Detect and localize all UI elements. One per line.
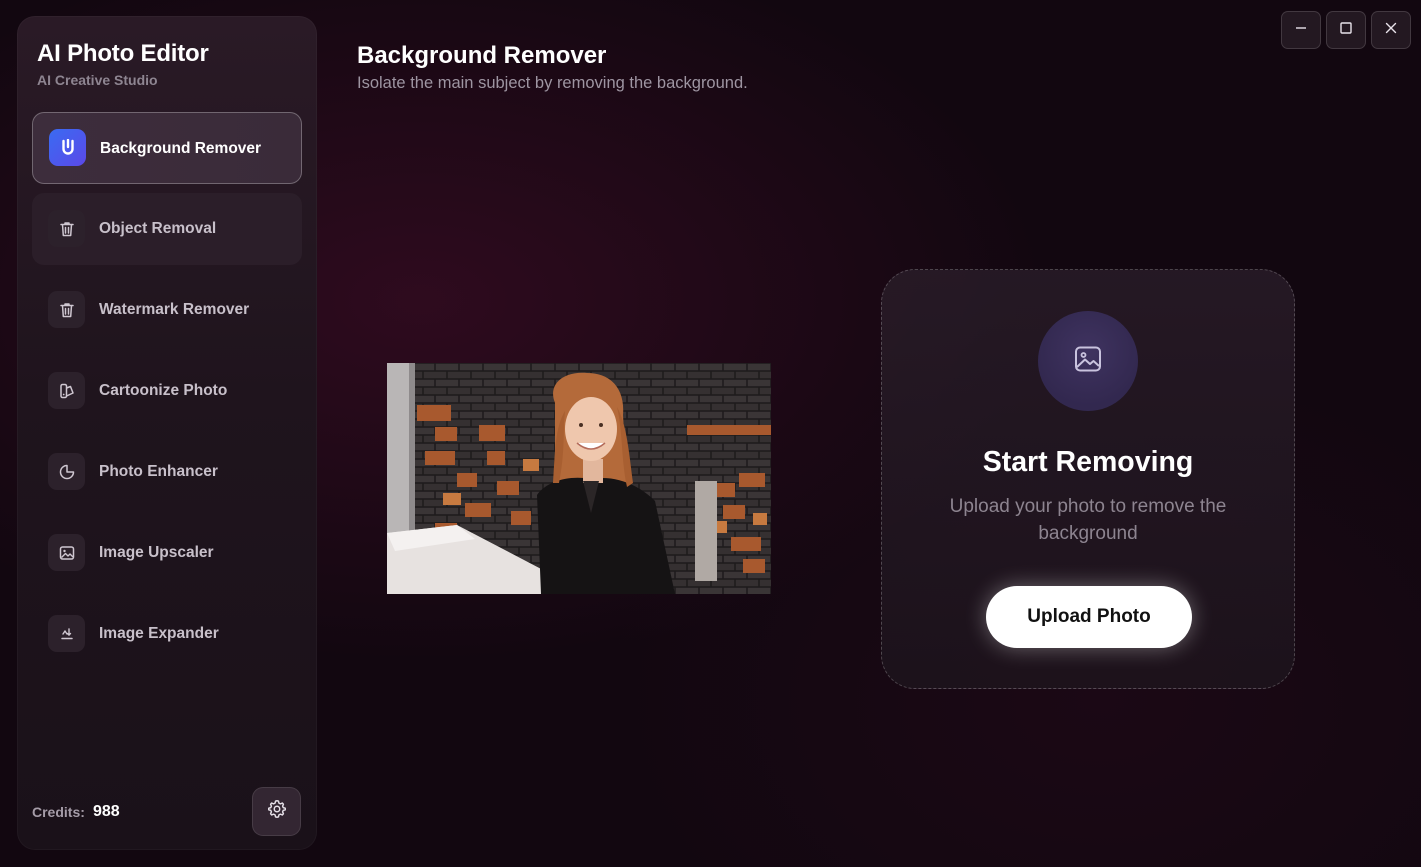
palette-icon: [48, 372, 85, 409]
image-icon: [1072, 343, 1104, 380]
sidebar-nav: Background Remover Object Removal Waterm…: [32, 112, 302, 679]
page-title: Background Remover: [357, 42, 607, 69]
upload-title: Start Removing: [982, 446, 1194, 478]
upload-description: Upload your photo to remove the backgrou…: [949, 496, 1227, 544]
sidebar-item-label: Object Removal: [99, 220, 217, 237]
sidebar-item-cartoonize-photo[interactable]: Cartoonize Photo: [32, 355, 302, 427]
upload-icon: [49, 129, 86, 166]
sidebar-item-label: Image Upscaler: [99, 544, 214, 561]
gear-icon: [266, 798, 288, 825]
credits-value: 988: [93, 803, 120, 820]
sidebar-item-image-expander[interactable]: Image Expander: [32, 598, 302, 670]
sidebar: AI Photo Editor AI Creative Studio Backg…: [17, 16, 317, 850]
moon-icon: [48, 453, 85, 490]
sidebar-item-label: Cartoonize Photo: [99, 382, 228, 399]
credits-label: Credits:: [32, 804, 85, 820]
sidebar-item-label: Photo Enhancer: [99, 463, 218, 480]
page-subtitle: Isolate the main subject by removing the…: [357, 74, 748, 92]
sidebar-item-object-removal[interactable]: Object Removal: [32, 193, 302, 265]
maximize-button[interactable]: [1326, 11, 1366, 49]
expand-icon: [48, 615, 85, 652]
close-button[interactable]: [1371, 11, 1411, 49]
app-title: AI Photo Editor: [37, 40, 209, 67]
sidebar-item-photo-enhancer[interactable]: Photo Enhancer: [32, 436, 302, 508]
upload-photo-button[interactable]: Upload Photo: [986, 586, 1192, 648]
image-icon: [48, 534, 85, 571]
maximize-icon: [1339, 21, 1353, 40]
minimize-button[interactable]: [1281, 11, 1321, 49]
trash-icon: [48, 291, 85, 328]
settings-button[interactable]: [252, 787, 301, 836]
upload-icon-circle: [1038, 311, 1138, 411]
sidebar-item-label: Image Expander: [99, 625, 219, 642]
close-icon: [1384, 21, 1398, 40]
sidebar-item-label: Background Remover: [100, 140, 262, 157]
upload-dropzone[interactable]: Start Removing Upload your photo to remo…: [881, 269, 1295, 689]
sidebar-item-label: Watermark Remover: [99, 301, 250, 318]
minimize-icon: [1294, 21, 1308, 40]
app-subtitle: AI Creative Studio: [37, 72, 158, 88]
sample-photo: [387, 363, 771, 594]
sidebar-item-background-remover[interactable]: Background Remover: [32, 112, 302, 184]
sidebar-item-watermark-remover[interactable]: Watermark Remover: [32, 274, 302, 346]
sidebar-item-image-upscaler[interactable]: Image Upscaler: [32, 517, 302, 589]
trash-icon: [48, 210, 85, 247]
